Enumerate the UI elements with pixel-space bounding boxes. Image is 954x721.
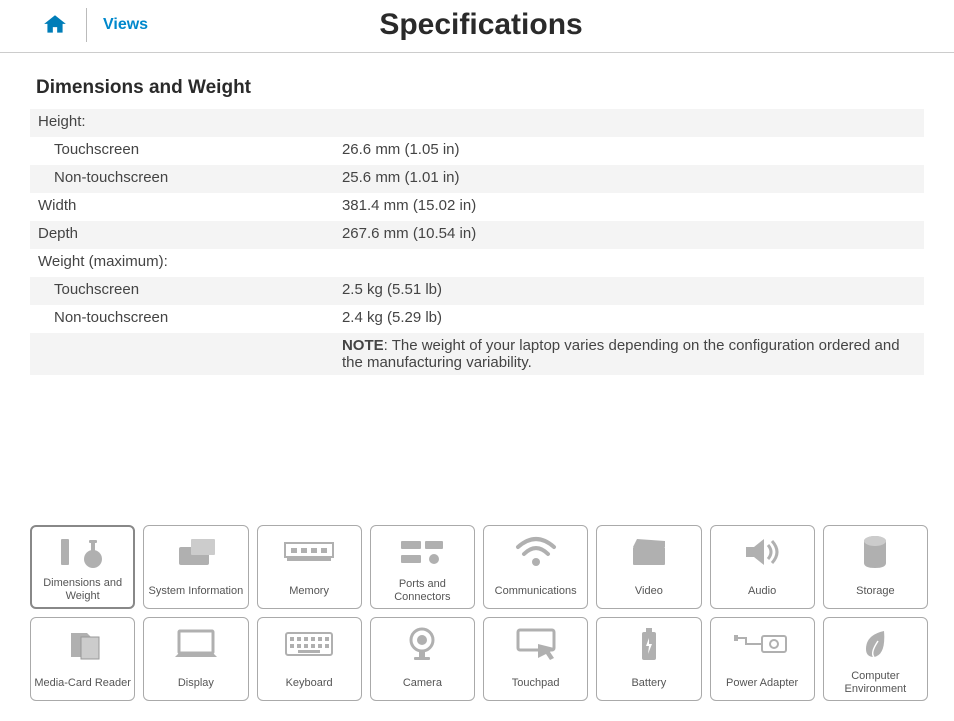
tile-computer-environment[interactable]: Computer Environment [823, 617, 928, 701]
table-row: Non-touchscreen25.6 mm (1.01 in) [30, 165, 924, 193]
tile-memory[interactable]: Memory [257, 525, 362, 609]
table-row: Non-touchscreen2.4 kg (5.29 lb) [30, 305, 924, 333]
tile-storage[interactable]: Storage [823, 525, 928, 609]
system-information-icon [144, 526, 247, 578]
cell-value [334, 249, 924, 277]
cell-value: 2.5 kg (5.51 lb) [334, 277, 924, 305]
table-row: Touchscreen2.5 kg (5.51 lb) [30, 277, 924, 305]
ports-connectors-icon [371, 526, 474, 578]
audio-icon [711, 526, 814, 578]
page-title: Specifications [148, 8, 914, 42]
table-row: Depth267.6 mm (10.54 in) [30, 221, 924, 249]
views-link[interactable]: Views [103, 16, 148, 34]
cell-label: Height: [30, 109, 334, 137]
cell-label: Depth [30, 221, 334, 249]
tile-label: Computer Environment [824, 670, 927, 696]
tile-label: Camera [401, 670, 444, 696]
tile-camera[interactable]: Camera [370, 617, 475, 701]
tile-label: Dimensions and Weight [32, 577, 133, 603]
tile-media-card-reader[interactable]: Media-Card Reader [30, 617, 135, 701]
cell-label: Touchscreen [30, 137, 334, 165]
battery-icon [597, 618, 700, 670]
section-title: Dimensions and Weight [30, 77, 924, 99]
table-row: Touchscreen26.6 mm (1.05 in) [30, 137, 924, 165]
tile-label: Battery [629, 670, 668, 696]
cell-value: 2.4 kg (5.29 lb) [334, 305, 924, 333]
video-icon [597, 526, 700, 578]
media-card-icon [31, 618, 134, 670]
cell-note: NOTE: The weight of your laptop varies d… [334, 333, 924, 375]
tile-label: Memory [287, 578, 331, 604]
tile-label: System Information [146, 578, 245, 604]
tile-power-adapter[interactable]: Power Adapter [710, 617, 815, 701]
cell-label: Touchscreen [30, 277, 334, 305]
tile-label: Audio [746, 578, 778, 604]
table-row: Weight (maximum): [30, 249, 924, 277]
tile-display[interactable]: Display [143, 617, 248, 701]
tile-label: Ports and Connectors [371, 578, 474, 604]
table-row: Width381.4 mm (15.02 in) [30, 193, 924, 221]
tile-battery[interactable]: Battery [596, 617, 701, 701]
cell-value: 381.4 mm (15.02 in) [334, 193, 924, 221]
note-prefix: NOTE [342, 337, 384, 354]
tile-communications[interactable]: Communications [483, 525, 588, 609]
cell-label: Non-touchscreen [30, 305, 334, 333]
home-icon[interactable] [40, 12, 70, 38]
tile-label: Keyboard [284, 670, 335, 696]
cell-label: Width [30, 193, 334, 221]
nav-grid: Dimensions and Weight System Information… [30, 525, 928, 701]
memory-icon [258, 526, 361, 578]
tile-ports-connectors[interactable]: Ports and Connectors [370, 525, 475, 609]
cell-label: Weight (maximum): [30, 249, 334, 277]
touchpad-icon [484, 618, 587, 670]
tile-label: Storage [854, 578, 897, 604]
tile-label: Power Adapter [724, 670, 800, 696]
tile-label: Display [176, 670, 216, 696]
cell-value [334, 109, 924, 137]
dimensions-weight-icon [32, 527, 133, 577]
keyboard-icon [258, 618, 361, 670]
tile-system-information[interactable]: System Information [143, 525, 248, 609]
leaf-icon [824, 618, 927, 670]
tile-video[interactable]: Video [596, 525, 701, 609]
cell-label [30, 333, 334, 375]
table-row: NOTE: The weight of your laptop varies d… [30, 333, 924, 375]
tile-keyboard[interactable]: Keyboard [257, 617, 362, 701]
tile-label: Touchpad [510, 670, 562, 696]
table-row: Height: [30, 109, 924, 137]
cell-value: 26.6 mm (1.05 in) [334, 137, 924, 165]
content-area: Dimensions and Weight Height: Touchscree… [0, 53, 954, 385]
note-text: : The weight of your laptop varies depen… [342, 337, 900, 371]
cell-value: 25.6 mm (1.01 in) [334, 165, 924, 193]
spec-table: Height: Touchscreen26.6 mm (1.05 in) Non… [30, 109, 924, 375]
tile-label: Communications [493, 578, 579, 604]
camera-icon [371, 618, 474, 670]
cell-value: 267.6 mm (10.54 in) [334, 221, 924, 249]
tile-touchpad[interactable]: Touchpad [483, 617, 588, 701]
tile-label: Video [633, 578, 665, 604]
tile-dimensions-weight[interactable]: Dimensions and Weight [30, 525, 135, 609]
header-divider [86, 8, 87, 42]
tile-audio[interactable]: Audio [710, 525, 815, 609]
display-icon [144, 618, 247, 670]
power-adapter-icon [711, 618, 814, 670]
wifi-icon [484, 526, 587, 578]
header-bar: Views Specifications [0, 0, 954, 53]
storage-icon [824, 526, 927, 578]
tile-label: Media-Card Reader [32, 670, 133, 696]
cell-label: Non-touchscreen [30, 165, 334, 193]
